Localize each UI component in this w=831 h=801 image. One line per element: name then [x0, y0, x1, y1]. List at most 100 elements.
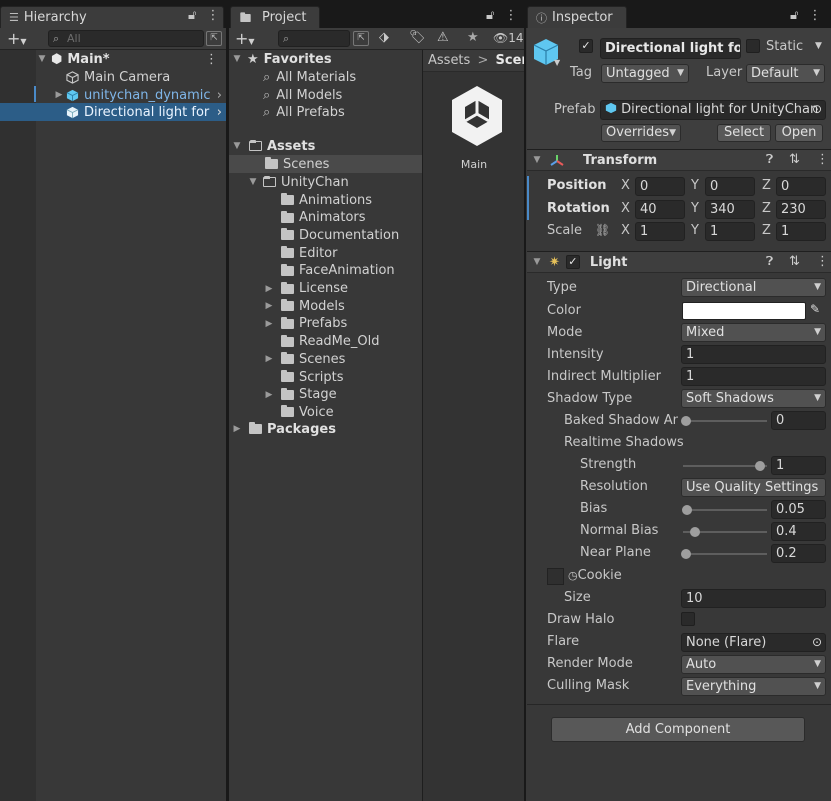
asset-tile[interactable]: Main: [441, 84, 507, 194]
object-name-field[interactable]: Directional light for U: [600, 38, 741, 59]
more-options-icon[interactable]: ⋮: [504, 8, 517, 23]
layer-dropdown[interactable]: Default ▼: [746, 64, 825, 83]
folder-item[interactable]: ▶ Stage: [263, 386, 337, 404]
static-dropdown-icon[interactable]: ▼: [815, 41, 822, 51]
expand-arrow-icon[interactable]: ▼: [36, 54, 48, 64]
scale-x-field[interactable]: 1: [635, 222, 685, 241]
light-header[interactable]: ▼ ✷ ✓ Light ❓︎ ⇅ ⋮: [527, 251, 831, 273]
collapse-arrow-icon[interactable]: ▶: [263, 354, 275, 364]
component-menu-icon[interactable]: ⋮: [816, 152, 829, 167]
object-picker-icon[interactable]: ⊙: [812, 101, 822, 118]
expand-arrow-icon[interactable]: ▼: [531, 155, 543, 165]
collapse-arrow-icon[interactable]: ▶: [52, 90, 66, 100]
filter-type-icon[interactable]: ⬗: [379, 30, 389, 45]
draw-halo-checkbox[interactable]: [681, 612, 695, 626]
favorite-item[interactable]: ⌕ All Materials: [263, 68, 356, 86]
constrain-proportions-icon[interactable]: ⛓︎: [595, 223, 610, 237]
normal-bias-field[interactable]: 0.4: [771, 522, 826, 541]
favorites-header[interactable]: ▼ ★ Favorites: [231, 50, 332, 68]
position-z-field[interactable]: 0: [776, 177, 826, 196]
expand-arrow-icon[interactable]: ▼: [531, 257, 543, 267]
expand-arrow-icon[interactable]: ▼: [247, 177, 259, 187]
scale-y-field[interactable]: 1: [705, 222, 755, 241]
chevron-right-icon[interactable]: ›: [217, 105, 222, 120]
bias-field[interactable]: 0.05: [771, 500, 826, 519]
expand-arrow-icon[interactable]: ▼: [231, 141, 243, 151]
folder-item[interactable]: ▶ Prefabs: [263, 315, 348, 333]
near-plane-field[interactable]: 0.2: [771, 544, 826, 563]
mode-dropdown[interactable]: Mixed ▼: [681, 323, 826, 342]
collapse-arrow-icon[interactable]: ▶: [263, 319, 275, 329]
warning-icon[interactable]: ⚠︎: [437, 30, 449, 45]
bias-slider-knob[interactable]: [682, 505, 692, 515]
add-component-button[interactable]: Add Component: [551, 717, 805, 742]
shadow-type-dropdown[interactable]: Soft Shadows ▼: [681, 389, 826, 408]
position-y-field[interactable]: 0: [705, 177, 755, 196]
strength-slider-knob[interactable]: [755, 461, 765, 471]
hidden-packages-icon[interactable]: 👁︎14: [493, 31, 524, 45]
indirect-multiplier-field[interactable]: 1: [681, 367, 826, 386]
more-options-icon[interactable]: ⋮: [808, 8, 821, 23]
rotation-y-field[interactable]: 340: [705, 200, 755, 219]
select-button[interactable]: Select: [717, 124, 771, 142]
object-picker-icon[interactable]: ⊙: [812, 634, 822, 651]
breadcrumb-assets[interactable]: Assets: [428, 53, 470, 68]
folder-item[interactable]: ▶ Scenes: [263, 350, 346, 368]
hierarchy-item-unitychan[interactable]: ▶ unitychan_dynamic ›: [52, 86, 226, 104]
search-by-type-icon[interactable]: ⇱: [353, 31, 369, 46]
create-button[interactable]: +▼: [7, 29, 27, 48]
near-plane-slider-knob[interactable]: [681, 549, 691, 559]
folder-item[interactable]: Scripts: [263, 368, 343, 386]
baked-angle-slider-track[interactable]: [683, 420, 767, 422]
normal-bias-slider-knob[interactable]: [690, 527, 700, 537]
resolution-dropdown[interactable]: Use Quality Settings: [681, 478, 826, 497]
preset-icon[interactable]: ⇅: [789, 254, 800, 269]
folder-unitychan[interactable]: ▼ UnityChan: [247, 173, 349, 191]
baked-angle-slider-knob[interactable]: [681, 416, 691, 426]
hierarchy-item-directional-light[interactable]: Directional light for U ›: [66, 103, 226, 121]
eyedropper-icon[interactable]: ✎: [810, 302, 820, 316]
folder-scenes-root[interactable]: Scenes: [265, 155, 329, 173]
transform-header[interactable]: ▼ Transform ❓︎ ⇅ ⋮: [527, 149, 831, 171]
prefab-object-field[interactable]: Directional light for UnityChan ⊙: [600, 100, 826, 120]
folder-item[interactable]: ▶ Models: [263, 297, 345, 315]
lock-icon[interactable]: 🔓︎: [486, 8, 494, 23]
cookie-texture-slot[interactable]: [547, 568, 564, 585]
position-x-field[interactable]: 0: [635, 177, 685, 196]
lock-icon[interactable]: 🔓︎: [188, 8, 196, 23]
chevron-right-icon[interactable]: ›: [217, 88, 222, 103]
favorite-star-icon[interactable]: ★: [467, 30, 479, 45]
preset-icon[interactable]: ⇅: [789, 152, 800, 167]
scene-visibility-icon[interactable]: ⇱: [206, 31, 222, 46]
favorite-item[interactable]: ⌕ All Prefabs: [263, 103, 345, 121]
render-mode-dropdown[interactable]: Auto ▼: [681, 655, 826, 674]
collapse-arrow-icon[interactable]: ▶: [263, 390, 275, 400]
folder-item[interactable]: Voice: [263, 403, 334, 421]
collapse-arrow-icon[interactable]: ▶: [231, 424, 243, 434]
project-search-input[interactable]: ⌕: [278, 30, 350, 47]
folder-item[interactable]: ▶ License: [263, 280, 348, 298]
flare-object-field[interactable]: None (Flare) ⊙: [681, 633, 826, 652]
help-icon[interactable]: ❓︎: [766, 254, 773, 269]
hierarchy-item-main-camera[interactable]: Main Camera: [66, 68, 226, 86]
assets-header[interactable]: ▼ Assets: [231, 137, 316, 155]
create-button[interactable]: +▼: [235, 29, 255, 48]
static-checkbox[interactable]: [746, 39, 760, 53]
folder-item[interactable]: Documentation: [263, 226, 399, 244]
folder-item[interactable]: ReadMe_Old: [263, 333, 379, 351]
active-checkbox[interactable]: ✓: [579, 39, 593, 53]
size-field[interactable]: 10: [681, 589, 826, 608]
open-button[interactable]: Open: [775, 124, 823, 142]
collapse-arrow-icon[interactable]: ▶: [263, 284, 275, 294]
favorite-item[interactable]: ⌕ All Models: [263, 86, 342, 104]
more-options-icon[interactable]: ⋮: [206, 8, 219, 23]
component-menu-icon[interactable]: ⋮: [816, 254, 829, 269]
collapse-arrow-icon[interactable]: ▶: [263, 301, 275, 311]
color-swatch[interactable]: [682, 302, 806, 320]
strength-field[interactable]: 1: [771, 456, 826, 475]
folder-item[interactable]: Editor: [263, 244, 337, 262]
scene-row[interactable]: ▼ ⬢ Main* ⋮: [36, 50, 226, 68]
lock-icon[interactable]: 🔓︎: [790, 8, 798, 23]
packages-header[interactable]: ▶ Packages: [231, 420, 336, 438]
folder-item[interactable]: FaceAnimation: [263, 262, 395, 280]
